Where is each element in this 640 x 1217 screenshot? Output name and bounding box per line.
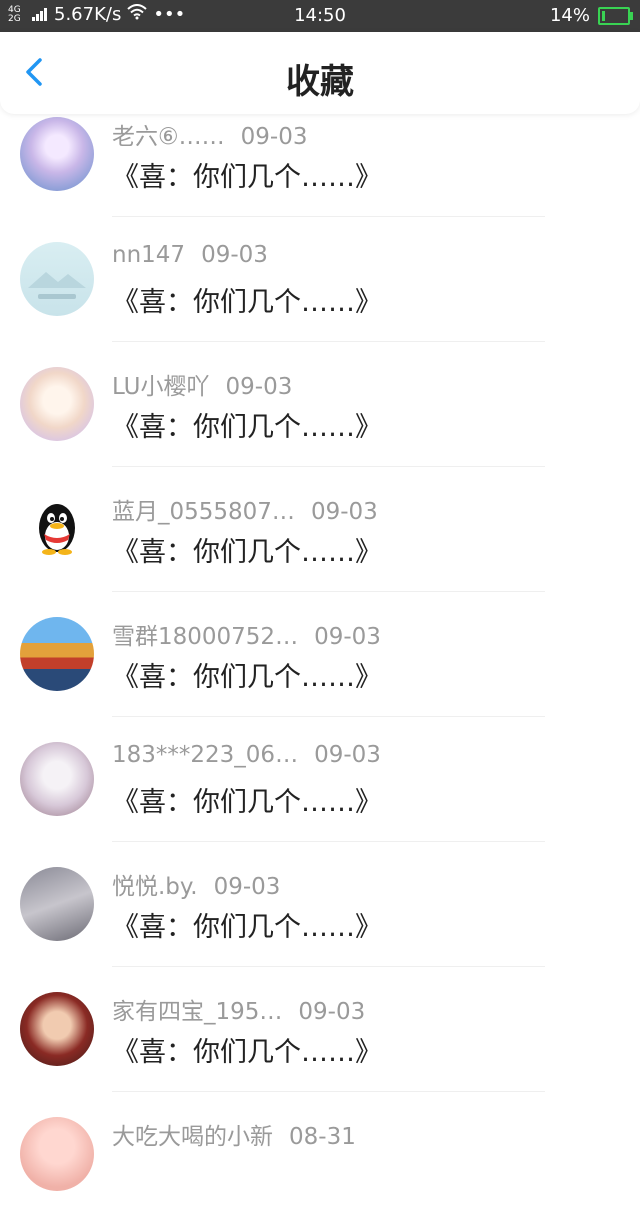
item-date: 09-03 (298, 999, 366, 1025)
user-name[interactable]: 183***223_06… (112, 742, 298, 768)
item-text[interactable]: 《喜：你们几个……》 (112, 655, 382, 694)
item-date: 09-03 (213, 874, 281, 900)
list-item[interactable]: 雪群18000752… 09-03 《喜：你们几个……》 (0, 592, 640, 717)
item-text[interactable]: 《喜：你们几个……》 (112, 280, 382, 319)
item-date: 09-03 (314, 742, 381, 768)
item-meta: 雪群18000752… 09-03 (112, 617, 381, 651)
item-meta: 家有四宝_195… 09-03 (112, 992, 365, 1026)
item-text[interactable]: 《喜：你们几个……》 (112, 1030, 382, 1069)
list-item[interactable]: 悦悦.by. 09-03 《喜：你们几个……》 (0, 842, 640, 967)
penguin-icon (39, 504, 75, 555)
item-date: 09-03 (225, 374, 293, 400)
user-name[interactable]: 老六⑥…… (112, 117, 225, 151)
item-date: 09-03 (314, 624, 381, 650)
battery-fill (602, 10, 605, 21)
item-date: 09-03 (240, 124, 308, 150)
status-bar: 4G 2G 5.67K/s ••• 14:50 14% (0, 0, 640, 32)
user-name[interactable]: nn147 (112, 242, 185, 268)
item-text[interactable]: 《喜：你们几个……》 (112, 405, 382, 444)
list-item[interactable]: 183***223_06… 09-03 《喜：你们几个……》 (0, 717, 640, 842)
list-item[interactable]: 家有四宝_195… 09-03 《喜：你们几个……》 (0, 967, 640, 1092)
item-meta: nn147 09-03 (112, 242, 268, 268)
item-meta: LU小樱吖 09-03 (112, 367, 292, 401)
user-name[interactable]: 蓝月_0555807… (112, 492, 295, 526)
item-meta: 大吃大喝的小新 08-31 (112, 1117, 356, 1151)
avatar[interactable] (20, 992, 94, 1066)
item-date: 08-31 (289, 1124, 356, 1150)
battery-percent: 14% (549, 5, 590, 26)
list-item[interactable]: LU小樱吖 09-03 《喜：你们几个……》 (0, 342, 640, 467)
battery-icon (598, 6, 633, 25)
user-name[interactable]: 悦悦.by. (112, 867, 198, 901)
avatar[interactable] (20, 1117, 94, 1191)
item-text[interactable]: 《喜：你们几个……》 (112, 155, 382, 194)
item-meta: 老六⑥…… 09-03 (112, 117, 307, 151)
list-item[interactable]: 蓝月_0555807… 09-03 《喜：你们几个……》 (0, 467, 640, 592)
favorites-list: 老六⑥…… 09-03 《喜：你们几个……》 nn147 09-03 《喜：你们几个… (0, 92, 640, 1217)
item-text[interactable]: 《喜：你们几个……》 (112, 780, 382, 819)
clock: 14:50 (294, 5, 346, 26)
item-date: 09-03 (201, 242, 268, 268)
user-name[interactable]: 家有四宝_195… (112, 992, 282, 1026)
item-date: 09-03 (310, 499, 378, 525)
user-name[interactable]: 雪群18000752… (112, 617, 298, 651)
avatar[interactable] (20, 367, 94, 441)
item-meta: 183***223_06… 09-03 (112, 742, 381, 768)
avatar[interactable] (20, 117, 94, 191)
avatar[interactable] (20, 617, 94, 691)
avatar[interactable] (20, 492, 94, 566)
user-name[interactable]: 大吃大喝的小新 (112, 1117, 273, 1151)
item-meta: 悦悦.by. 09-03 (112, 867, 280, 901)
image-placeholder-icon (28, 272, 86, 299)
list-item[interactable]: nn147 09-03 《喜：你们几个……》 (0, 217, 640, 342)
avatar[interactable] (20, 242, 94, 316)
item-text[interactable]: 《喜：你们几个……》 (112, 530, 382, 569)
avatar[interactable] (20, 867, 94, 941)
user-name[interactable]: LU小樱吖 (112, 367, 210, 401)
item-text[interactable]: 《喜：你们几个……》 (112, 905, 382, 944)
avatar[interactable] (20, 742, 94, 816)
item-meta: 蓝月_0555807… 09-03 (112, 492, 378, 526)
page-title: 收藏 (286, 62, 354, 102)
status-right: 14% (549, 5, 633, 26)
list-item[interactable]: 大吃大喝的小新 08-31 (0, 1092, 640, 1217)
header: 收藏 (0, 32, 640, 114)
